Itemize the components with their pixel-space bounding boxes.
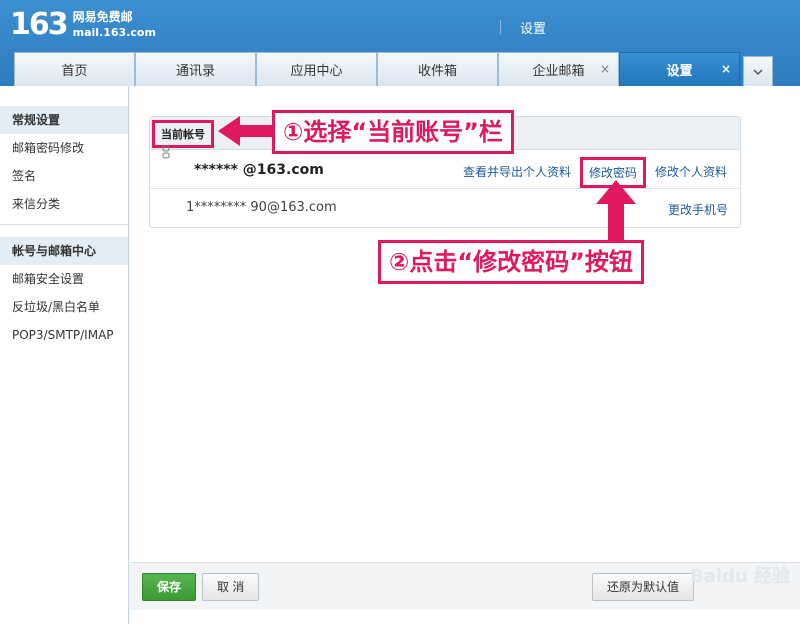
logo-domain: mail.163.com (72, 26, 156, 39)
tab-label: 企业邮箱 (532, 64, 585, 79)
account-email: ****** @163.com (194, 162, 324, 178)
logo-number: 163 (10, 7, 69, 42)
sidebar-group-account[interactable]: 帐号与邮箱中心 (0, 237, 128, 265)
tab-label: 通讯录 (175, 64, 215, 79)
tab-inbox[interactable]: 收件箱 (377, 52, 498, 86)
step1-callout: ①选择“当前账号”栏 (272, 110, 514, 154)
close-icon[interactable]: × (721, 62, 731, 76)
watermark: Baidu 经验 (690, 566, 791, 587)
tab-label: 设置 (666, 64, 693, 79)
phone-row: 1******** 90@163.com 更改手机号 (150, 189, 740, 227)
tab-apps[interactable]: 应用中心 (256, 52, 377, 86)
export-profile-link[interactable]: 查看并导出个人资料 (463, 163, 571, 180)
settings-main: 当前帐号 ****** @163.com 查看并导出个人资料 修改密码 修改个人… (130, 86, 800, 624)
sidebar-item-security[interactable]: 邮箱安全设置 (0, 265, 128, 293)
change-phone-link[interactable]: 更改手机号 (668, 201, 728, 218)
arrow-up-icon (596, 180, 636, 240)
tab-bar: 首页 通讯录 应用中心 收件箱 企业邮箱 × 设置 × (14, 52, 773, 86)
sidebar-item-password[interactable]: 邮箱密码修改 (0, 134, 128, 162)
close-icon[interactable]: × (600, 62, 610, 76)
tab-home[interactable]: 首页 (14, 52, 135, 86)
sidebar-group-general[interactable]: 常规设置 (0, 106, 128, 134)
phone-account: 1******** 90@163.com (186, 200, 337, 215)
header-title: 设置 (520, 22, 547, 37)
logo-brand: 网易免费邮 (72, 10, 133, 24)
save-button[interactable]: 保存 (142, 573, 197, 601)
sidebar-item-signature[interactable]: 签名 (0, 162, 128, 190)
cancel-button[interactable]: 取 消 (202, 573, 260, 601)
sidebar-item-mail-filter[interactable]: 来信分类 (0, 190, 128, 218)
chevron-down-icon[interactable] (743, 56, 773, 86)
account-row: ****** @163.com 查看并导出个人资料 修改密码 修改个人资料 (150, 151, 740, 189)
sidebar-item-spam[interactable]: 反垃圾/黑白名单 (0, 293, 128, 321)
app-header: 163 网易免费邮 mail.163.com 设置 首页 通讯录 应用中心 收件… (0, 0, 800, 86)
tab-contacts[interactable]: 通讯录 (135, 52, 256, 86)
header-divider (500, 20, 501, 34)
tab-label: 收件箱 (417, 64, 457, 79)
settings-sidebar: 常规设置 邮箱密码修改 签名 来信分类 帐号与邮箱中心 邮箱安全设置 反垃圾/黑… (0, 86, 129, 624)
sidebar-item-pop3[interactable]: POP3/SMTP/IMAP (0, 321, 128, 349)
edit-profile-link[interactable]: 修改个人资料 (655, 163, 727, 180)
arrow-left-icon (218, 116, 272, 146)
link-icon (162, 145, 170, 162)
tab-enterprise-mail[interactable]: 企业邮箱 × (498, 52, 619, 86)
step2-callout: ②点击“修改密码”按钮 (378, 240, 644, 284)
tab-label: 首页 (61, 64, 88, 79)
tab-label: 应用中心 (290, 64, 343, 79)
current-account-label[interactable]: 当前帐号 (152, 120, 214, 148)
tab-settings[interactable]: 设置 × (619, 52, 740, 86)
reset-default-button[interactable]: 还原为默认值 (592, 573, 695, 601)
logo[interactable]: 163 网易免费邮 mail.163.com (10, 8, 156, 42)
